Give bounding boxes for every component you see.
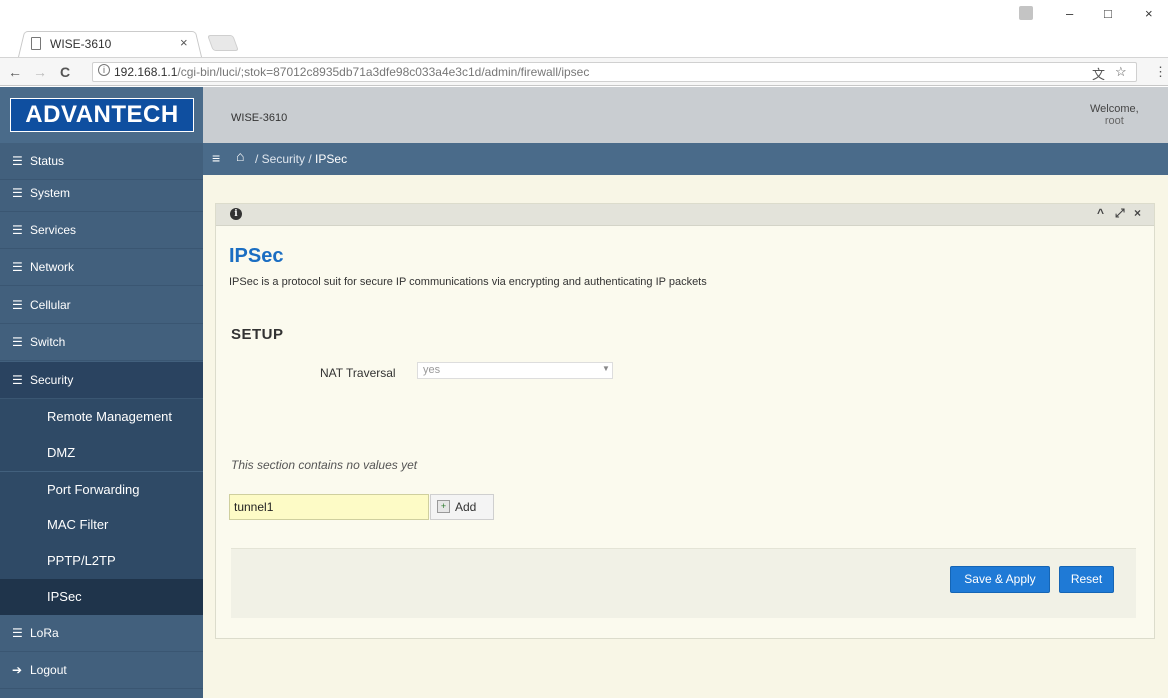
breadcrumb-separator: / <box>305 152 316 166</box>
sidebar-subitem-remote-management[interactable]: Remote Management <box>0 399 203 435</box>
tunnel-name-input[interactable]: tunnel1 <box>229 494 429 520</box>
welcome-block: Welcome, root <box>1090 103 1139 127</box>
url-text: 192.168.1.1/cgi-bin/luci/;stok=87012c893… <box>114 65 589 79</box>
page-description: IPSec is a protocol suit for secure IP c… <box>229 276 707 288</box>
sidebar-subitem-mac-filter[interactable]: MAC Filter <box>0 507 203 543</box>
sidebar-subitem-pptp-l2tp[interactable]: PPTP/L2TP <box>0 543 203 579</box>
forward-arrow-icon[interactable]: → <box>33 64 47 80</box>
sidebar-item-label: System <box>30 186 71 200</box>
save-apply-button[interactable]: Save & Apply <box>950 566 1050 593</box>
info-icon[interactable]: i <box>230 208 242 220</box>
collapse-icon[interactable]: ^ <box>1097 206 1104 220</box>
sidebar-item-security[interactable]: ☰ Security <box>0 362 203 399</box>
sidebar-item-label: Security <box>30 373 74 387</box>
reload-icon[interactable]: C <box>60 64 70 80</box>
sidebar-item-label: Status <box>30 154 65 168</box>
breadcrumb-security[interactable]: Security <box>262 152 305 166</box>
profile-icon[interactable] <box>1019 6 1033 20</box>
list-icon: ☰ <box>12 298 23 312</box>
welcome-text: Welcome, <box>1090 103 1139 115</box>
list-icon: ☰ <box>12 373 23 387</box>
sidebar-item-logout[interactable]: ➔ Logout <box>0 652 203 689</box>
sidebar-item-label: Cellular <box>30 298 71 312</box>
empty-section-note: This section contains no values yet <box>231 458 418 472</box>
tab-close-icon[interactable]: × <box>180 35 188 50</box>
sidebar-item-services[interactable]: ☰ Services <box>0 212 203 249</box>
new-tab-button[interactable] <box>207 35 239 51</box>
breadcrumb-separator: / <box>255 152 262 166</box>
sidebar-item-label: Services <box>30 223 77 237</box>
sidebar-item-label: LoRa <box>30 626 59 640</box>
setup-heading: SETUP <box>231 326 284 343</box>
sidebar-item-lora[interactable]: ☰ LoRa <box>0 615 203 652</box>
list-icon: ☰ <box>12 335 23 349</box>
sidebar-item-label: Switch <box>30 335 66 349</box>
device-name: WISE-3610 <box>231 112 288 124</box>
breadcrumb-current: IPSec <box>315 152 348 166</box>
translate-icon[interactable]: 文 <box>1092 64 1105 83</box>
expand-icon[interactable]: ⤢ <box>1115 206 1125 221</box>
browser-tab-title: WISE-3610 <box>50 37 112 51</box>
chevron-down-icon: ▼ <box>602 364 610 373</box>
list-icon: ☰ <box>12 223 23 237</box>
reset-button[interactable]: Reset <box>1059 566 1114 593</box>
nat-traversal-select[interactable]: yes <box>417 362 613 379</box>
minimize-button[interactable]: – <box>1066 6 1073 21</box>
sidebar-item-cellular[interactable]: ☰ Cellular <box>0 287 203 324</box>
page-title: IPSec <box>229 245 284 267</box>
sidebar-item-switch[interactable]: ☰ Switch <box>0 324 203 361</box>
breadcrumb <box>203 143 1168 175</box>
sidebar-subitem-ipsec[interactable]: IPSec <box>0 579 203 615</box>
app-header-bar <box>203 87 1168 143</box>
sidebar-item-network[interactable]: ☰ Network <box>0 249 203 286</box>
back-arrow-icon[interactable]: ← <box>8 64 22 80</box>
sidebar-item-label: Network <box>30 260 75 274</box>
url-path: /cgi-bin/luci/;stok=87012c8935db71a3dfe9… <box>177 65 590 79</box>
list-icon: ☰ <box>12 186 23 200</box>
user-name: root <box>1104 115 1124 127</box>
add-icon: + <box>437 500 450 513</box>
advantech-logo: ADVANTECH <box>10 98 194 132</box>
site-info-icon[interactable]: i <box>98 64 110 76</box>
maximize-button[interactable]: □ <box>1104 6 1112 21</box>
breadcrumb-path: / Security / IPSec <box>255 152 347 166</box>
list-icon: ☰ <box>12 260 23 274</box>
logout-icon: ➔ <box>12 663 23 677</box>
page-icon <box>31 37 41 50</box>
list-icon: ☰ <box>12 626 23 640</box>
sidebar-subitem-port-forwarding[interactable]: Port Forwarding <box>0 472 203 508</box>
bookmark-star-icon[interactable]: ☆ <box>1115 64 1127 80</box>
url-host: 192.168.1.1 <box>114 65 178 79</box>
browser-menu-icon[interactable]: ⋮ <box>1154 64 1167 80</box>
home-icon[interactable]: ⌂ <box>236 148 244 164</box>
window-close-button[interactable]: × <box>1145 6 1153 21</box>
sidebar-item-label: Logout <box>30 663 67 677</box>
sidebar-subitem-dmz[interactable]: DMZ <box>0 435 203 471</box>
panel-header <box>216 204 1154 226</box>
menu-toggle-icon[interactable]: ≡ <box>212 150 220 166</box>
nat-traversal-label: NAT Traversal <box>320 366 396 380</box>
panel-close-icon[interactable]: × <box>1134 206 1141 220</box>
sidebar-item-system[interactable]: ☰ System <box>0 175 203 212</box>
